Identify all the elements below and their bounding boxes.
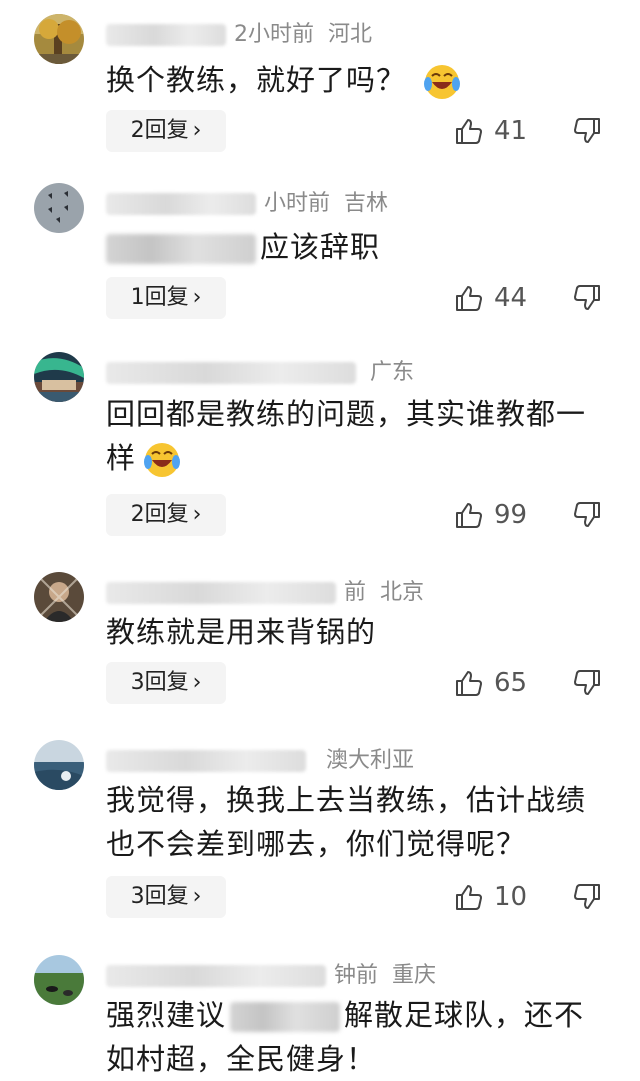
- comment-text: 换个教练，就好了吗？: [106, 58, 606, 102]
- comment-region: 重庆: [392, 963, 437, 988]
- blurred-text: [106, 234, 256, 264]
- comment-text-content: 我觉得，换我上去当教练，估计战绩也不会差到哪去，你们觉得呢？: [106, 783, 587, 861]
- comment-time: 2小时前: [234, 22, 314, 47]
- dislike-button[interactable]: [572, 110, 602, 152]
- like-button[interactable]: 99: [454, 494, 527, 536]
- comment-meta: 小时前 吉林: [106, 189, 388, 219]
- laughing-crying-emoji-icon: [144, 443, 181, 477]
- avatar[interactable]: [34, 572, 84, 622]
- reply-count-button[interactable]: 1回复 ›: [106, 277, 226, 319]
- reply-count-label: 3回复: [130, 670, 189, 695]
- chevron-right-icon: ›: [192, 502, 202, 527]
- comment-text-content: 教练就是用来背锅的: [106, 615, 377, 649]
- like-button[interactable]: 44: [454, 277, 527, 319]
- comment-meta: 前 北京: [106, 578, 424, 608]
- thumbs-up-icon: [456, 286, 482, 311]
- comment-meta: 钟前 重庆: [106, 961, 436, 991]
- like-count: 10: [494, 882, 528, 912]
- dislike-button[interactable]: [572, 277, 602, 319]
- chevron-right-icon: ›: [192, 884, 202, 909]
- like-count: 99: [494, 500, 528, 530]
- comment-time: 小时前: [264, 191, 331, 216]
- thumbs-up-icon: [456, 503, 482, 528]
- reply-count-label: 1回复: [130, 285, 189, 310]
- thumbs-down-icon: [574, 884, 600, 909]
- thumbs-down-icon: [574, 670, 600, 695]
- avatar[interactable]: [34, 183, 84, 233]
- avatar[interactable]: [34, 352, 84, 402]
- like-count: 41: [494, 116, 528, 146]
- blurred-text: [230, 1002, 341, 1032]
- comment-meta: 澳大利亚: [106, 746, 414, 776]
- like-button[interactable]: 10: [454, 876, 527, 918]
- blurred-username: [106, 24, 226, 46]
- like-button[interactable]: 41: [454, 110, 527, 152]
- chevron-right-icon: ›: [192, 285, 202, 310]
- comment-text: 教练就是用来背锅的: [106, 610, 606, 654]
- reply-count-button[interactable]: 2回复 ›: [106, 110, 226, 152]
- avatar[interactable]: [34, 740, 84, 790]
- blurred-username: [106, 750, 306, 772]
- comment-region: 北京: [380, 580, 425, 605]
- blurred-username: [106, 193, 256, 215]
- reply-count-label: 2回复: [130, 502, 189, 527]
- chevron-right-icon: ›: [192, 118, 202, 143]
- thumbs-up-icon: [456, 671, 482, 696]
- comment-text: 强烈建议 解散足球队，还不如村超，全民健身！: [106, 993, 596, 1081]
- thumbs-up-icon: [456, 885, 482, 910]
- thumbs-down-icon: [574, 285, 600, 310]
- thumbs-up-icon: [456, 119, 482, 144]
- reply-count-button[interactable]: 3回复 ›: [106, 876, 226, 918]
- comment-region: 澳大利亚: [326, 748, 415, 773]
- reply-count-button[interactable]: 3回复 ›: [106, 662, 226, 704]
- laughing-crying-emoji-icon: [424, 65, 461, 99]
- comment-text: 我觉得，换我上去当教练，估计战绩也不会差到哪去，你们觉得呢？: [106, 778, 596, 866]
- dislike-button[interactable]: [572, 876, 602, 918]
- comment-text-prefix: 强烈建议: [106, 998, 227, 1032]
- comment-text: 应该辞职: [106, 225, 606, 269]
- blurred-username: [106, 965, 326, 987]
- comment-region: 广东: [370, 360, 415, 385]
- comment-region: 吉林: [344, 191, 389, 216]
- avatar[interactable]: [34, 14, 84, 64]
- reply-count-label: 3回复: [130, 884, 189, 909]
- comment-region: 河北: [328, 22, 373, 47]
- blurred-username: [106, 362, 356, 384]
- thumbs-down-icon: [574, 502, 600, 527]
- like-count: 65: [494, 668, 528, 698]
- like-count: 44: [494, 283, 528, 313]
- comment-time: 钟前: [334, 963, 379, 988]
- dislike-button[interactable]: [572, 662, 602, 704]
- comment-text-content: 应该辞职: [260, 230, 381, 264]
- like-button[interactable]: 65: [454, 662, 527, 704]
- blurred-username: [106, 582, 336, 604]
- comment-meta: 2小时前 河北: [106, 20, 372, 50]
- dislike-button[interactable]: [572, 494, 602, 536]
- thumbs-down-icon: [574, 118, 600, 143]
- reply-count-label: 2回复: [130, 118, 189, 143]
- comment-time: 前: [344, 580, 367, 605]
- reply-count-button[interactable]: 2回复 ›: [106, 494, 226, 536]
- comment-text: 回回都是教练的问题，其实谁教都一样: [106, 392, 606, 480]
- chevron-right-icon: ›: [192, 670, 202, 695]
- comment-text-content: 换个教练，就好了吗？: [106, 63, 407, 97]
- avatar[interactable]: [34, 955, 84, 1005]
- comment-meta: 广东: [106, 358, 414, 388]
